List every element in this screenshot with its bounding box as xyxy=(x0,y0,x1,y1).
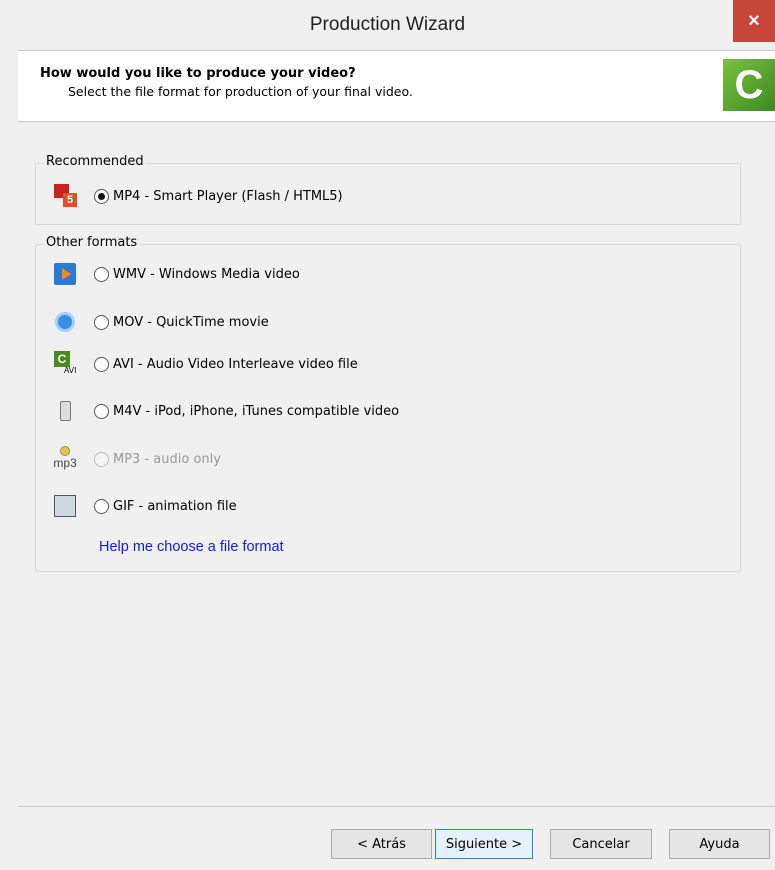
format-option-wmv[interactable]: WMV - Windows Media video xyxy=(52,261,300,287)
recommended-group: Recommended 5 MP4 - Smart Player (Flash … xyxy=(35,154,741,225)
gif-label: GIF - animation file xyxy=(113,498,237,514)
mp3-label: MP3 - audio only xyxy=(113,451,221,467)
format-option-avi[interactable]: C AVI AVI - Audio Video Interleave video … xyxy=(52,351,358,377)
recommended-legend: Recommended xyxy=(44,154,146,169)
wmv-label: WMV - Windows Media video xyxy=(113,266,300,282)
mp3-radio xyxy=(94,451,109,467)
back-button[interactable]: < Atrás xyxy=(331,829,432,859)
next-button[interactable]: Siguiente > xyxy=(435,829,533,859)
header-subheading: Select the file format for production of… xyxy=(68,84,413,99)
footer-divider xyxy=(18,806,775,807)
header-heading: How would you like to produce your video… xyxy=(40,66,356,81)
format-option-mp3: mp3 MP3 - audio only xyxy=(52,446,221,472)
camtasia-logo-icon: C xyxy=(723,59,775,111)
mp3-icon: mp3 xyxy=(52,446,78,472)
help-choose-format-link[interactable]: Help me choose a file format xyxy=(99,539,284,555)
avi-icon: C AVI xyxy=(52,351,78,377)
mp4-radio[interactable] xyxy=(94,188,109,204)
cancel-button[interactable]: Cancelar xyxy=(550,829,652,859)
m4v-radio[interactable] xyxy=(94,403,109,419)
wmv-radio[interactable] xyxy=(94,266,109,282)
close-button[interactable]: × xyxy=(733,0,775,42)
format-option-mp4[interactable]: 5 MP4 - Smart Player (Flash / HTML5) xyxy=(52,183,343,209)
other-formats-group: Other formats WMV - Windows Media video … xyxy=(35,235,741,572)
mov-radio[interactable] xyxy=(94,314,109,330)
gif-radio[interactable] xyxy=(94,498,109,514)
help-button[interactable]: Ayuda xyxy=(669,829,770,859)
close-icon: × xyxy=(748,9,760,32)
format-option-mov[interactable]: MOV - QuickTime movie xyxy=(52,309,269,335)
format-option-m4v[interactable]: M4V - iPod, iPhone, iTunes compatible vi… xyxy=(52,398,399,424)
format-option-gif[interactable]: GIF - animation file xyxy=(52,493,237,519)
mp4-label: MP4 - Smart Player (Flash / HTML5) xyxy=(113,188,343,204)
gif-icon xyxy=(52,493,78,519)
mp4-html5-icon: 5 xyxy=(52,183,78,209)
mov-label: MOV - QuickTime movie xyxy=(113,314,269,330)
ipod-icon xyxy=(52,398,78,424)
title-bar: Production Wizard × xyxy=(0,0,775,50)
wizard-header: How would you like to produce your video… xyxy=(18,50,775,122)
avi-label: AVI - Audio Video Interleave video file xyxy=(113,356,358,372)
wmv-icon xyxy=(52,261,78,287)
m4v-label: M4V - iPod, iPhone, iTunes compatible vi… xyxy=(113,403,400,419)
avi-radio[interactable] xyxy=(94,356,109,372)
window-title: Production Wizard xyxy=(309,14,466,35)
quicktime-icon xyxy=(52,309,78,335)
other-formats-legend: Other formats xyxy=(44,235,140,250)
